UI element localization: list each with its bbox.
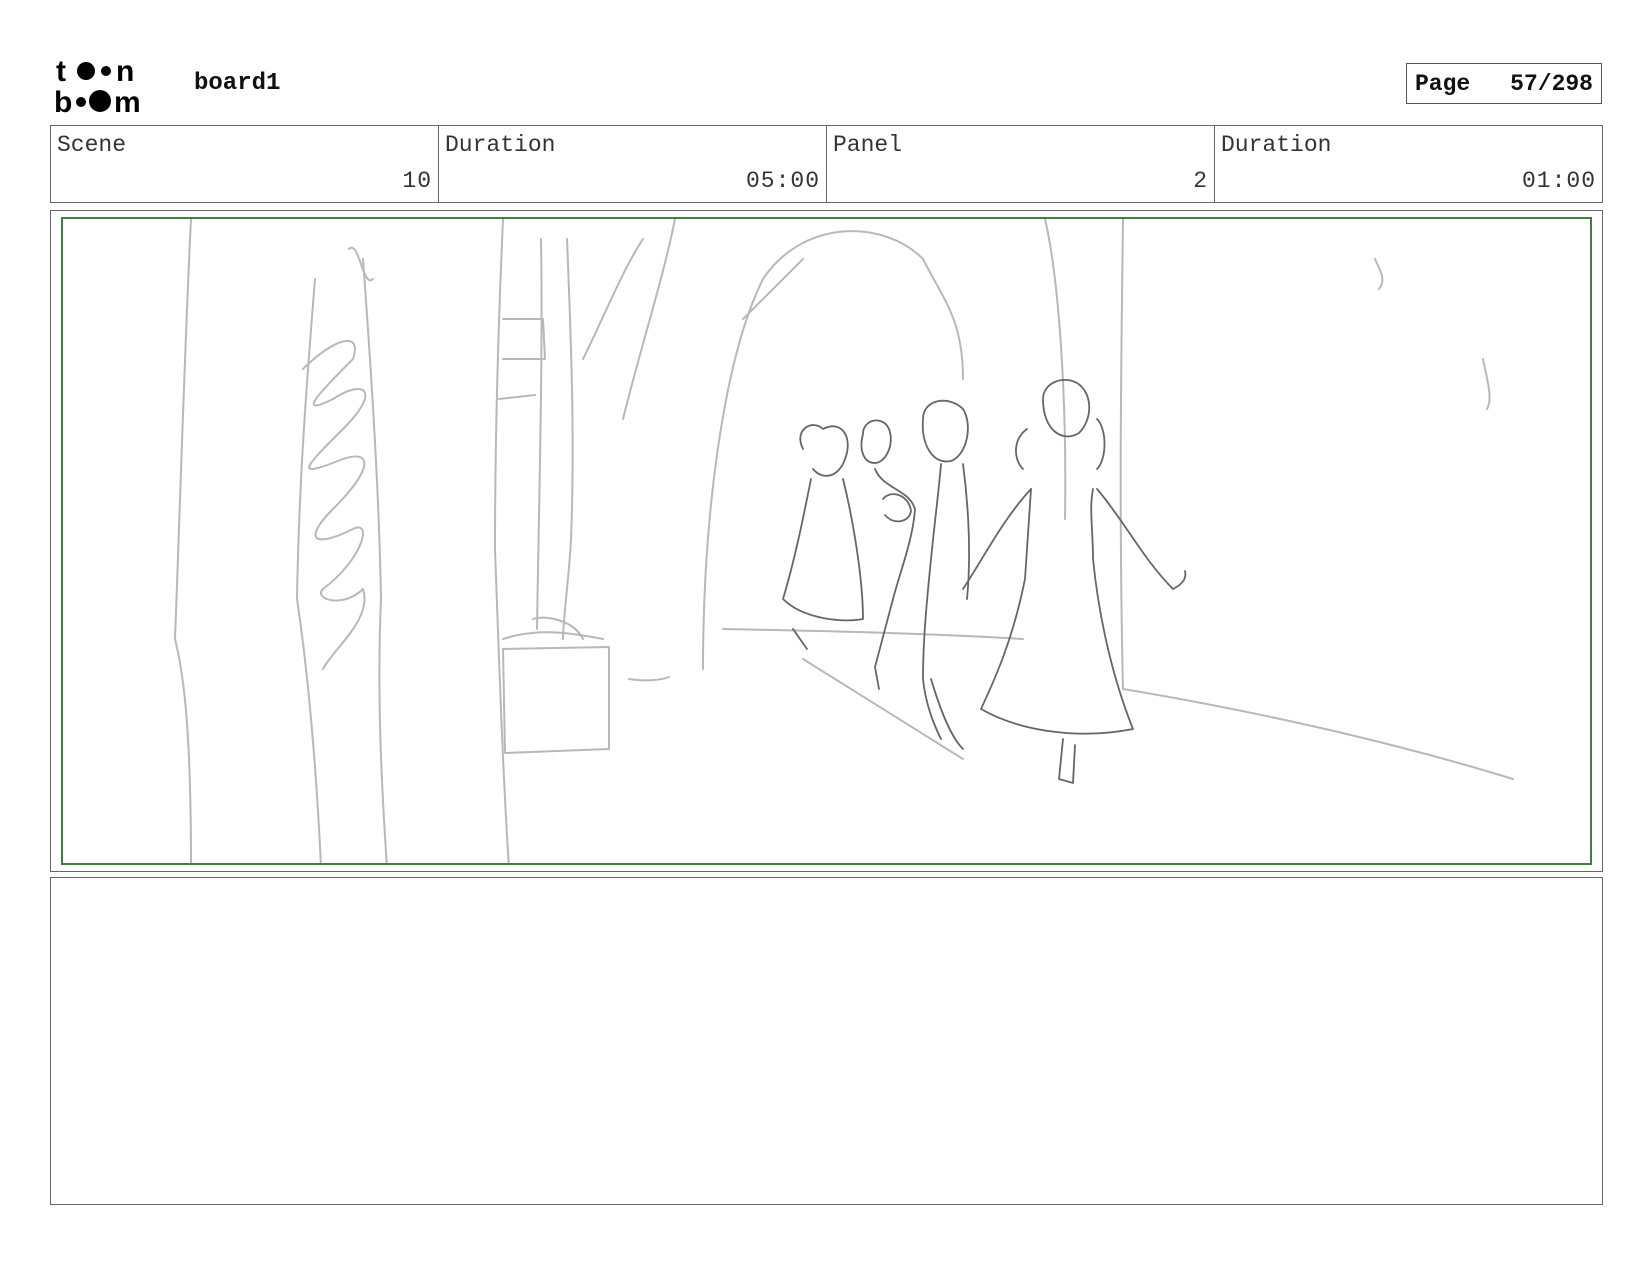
- board-title: board1: [194, 70, 281, 97]
- storyboard-sketch: [174, 219, 1514, 863]
- scene-label: Scene: [57, 132, 127, 158]
- page-indicator: Page 57/298: [1406, 63, 1602, 104]
- svg-text:n: n: [116, 55, 134, 88]
- scene-cell: Scene 10: [51, 126, 439, 202]
- page-number: 57/298: [1510, 70, 1593, 97]
- scene-value: 10: [402, 168, 432, 194]
- scene-duration-cell: Duration 05:00: [439, 126, 827, 202]
- panel-notes-box: [50, 877, 1603, 1205]
- toon-boom-logo: t n b m: [54, 54, 172, 119]
- scene-duration-value: 05:00: [745, 168, 820, 194]
- panel-value: 2: [1193, 168, 1208, 194]
- panel-label: Panel: [833, 132, 903, 158]
- panel-duration-label: Duration: [1221, 132, 1332, 158]
- svg-text:t: t: [56, 55, 66, 88]
- scene-duration-label: Duration: [445, 132, 556, 158]
- panel-info-row: Scene 10 Duration 05:00 Panel 2 Duration…: [50, 125, 1603, 203]
- panel-duration-cell: Duration 01:00: [1215, 126, 1602, 202]
- svg-text:b: b: [54, 86, 72, 116]
- panel-duration-value: 01:00: [1521, 168, 1596, 194]
- page-label: Page: [1415, 70, 1471, 97]
- svg-text:m: m: [114, 86, 141, 116]
- panel-image: [61, 217, 1592, 865]
- panel-cell: Panel 2: [827, 126, 1215, 202]
